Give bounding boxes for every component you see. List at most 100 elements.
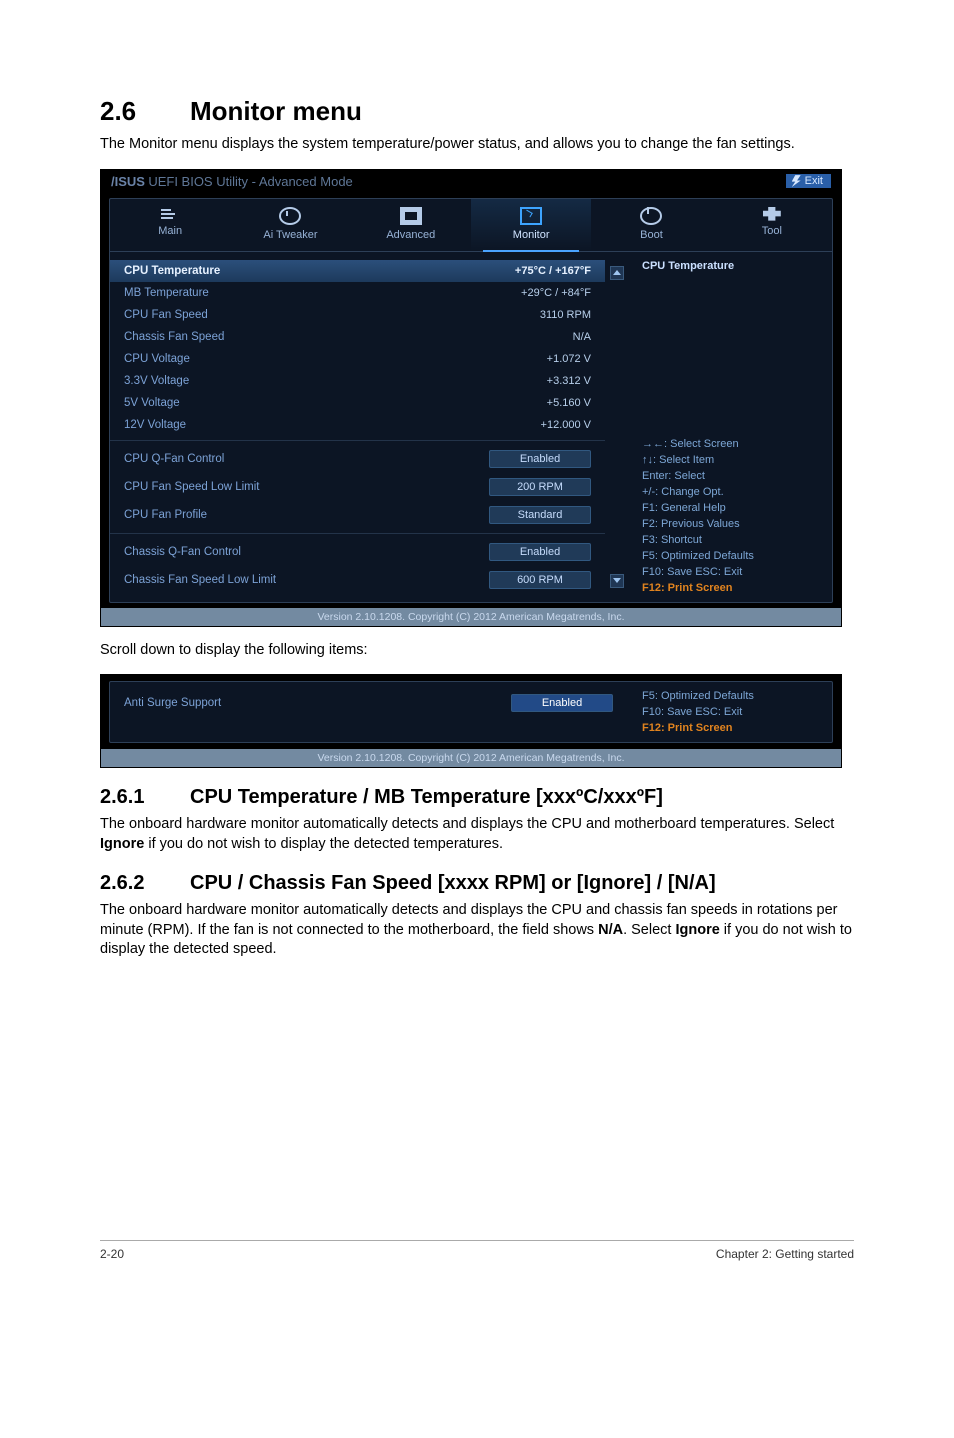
tab-advanced[interactable]: Advanced	[351, 199, 471, 251]
row-label: Chassis Fan Speed Low Limit	[124, 574, 276, 586]
row-cpu-temperature[interactable]: CPU Temperature +75°C / +167°F	[110, 260, 605, 282]
subsection-number: 2.6.1	[100, 786, 190, 809]
row-value-pill[interactable]: 600 RPM	[489, 571, 591, 589]
subsection-title: CPU / Chassis Fan Speed [xxxx RPM] or [I…	[190, 872, 716, 894]
help-line: F2: Previous Values	[642, 518, 822, 530]
help-line: →←: Select Screen	[642, 438, 822, 450]
list-icon	[161, 207, 179, 221]
row-chassis-fan-low-limit[interactable]: Chassis Fan Speed Low Limit 600 RPM	[110, 566, 605, 594]
row-cpu-fan-profile[interactable]: CPU Fan Profile Standard	[110, 501, 605, 529]
subsection-body: The onboard hardware monitor automatical…	[100, 901, 854, 960]
scroll-down-icon[interactable]	[610, 574, 624, 588]
row-label: Chassis Fan Speed	[124, 331, 224, 343]
tab-label: Advanced	[386, 229, 435, 241]
row-value: +75°C / +167°F	[515, 265, 591, 277]
row-value: 3110 RPM	[540, 309, 591, 321]
separator	[110, 533, 605, 534]
row-mb-temperature[interactable]: MB Temperature +29°C / +84°F	[110, 282, 605, 304]
monitor-icon	[520, 207, 542, 225]
row-label: CPU Temperature	[124, 265, 220, 277]
row-value: +1.072 V	[547, 353, 591, 365]
row-label: MB Temperature	[124, 287, 209, 299]
help-line: ↑↓: Select Item	[642, 454, 822, 466]
row-cpu-voltage[interactable]: CPU Voltage +1.072 V	[110, 348, 605, 370]
exit-button[interactable]: Exit	[786, 174, 831, 188]
help-line-highlight: F12: Print Screen	[642, 722, 822, 734]
page-number: 2-20	[100, 1247, 124, 1261]
tab-monitor[interactable]: Monitor	[471, 199, 591, 251]
help-title: CPU Temperature	[642, 260, 822, 272]
help-line: F5: Optimized Defaults	[642, 690, 822, 702]
row-value: +5.160 V	[547, 397, 591, 409]
row-label: 5V Voltage	[124, 397, 180, 409]
scroll-note: Scroll down to display the following ite…	[100, 641, 854, 661]
subsection-title: CPU Temperature / MB Temperature [xxxºC/…	[190, 786, 663, 808]
help-line: Enter: Select	[642, 470, 822, 482]
bios-version-footer: Version 2.10.1208. Copyright (C) 2012 Am…	[101, 608, 841, 626]
row-value: +29°C / +84°F	[521, 287, 591, 299]
row-value-pill[interactable]: Enabled	[489, 543, 591, 561]
row-cpu-qfan-control[interactable]: CPU Q-Fan Control Enabled	[110, 445, 605, 473]
help-line: F10: Save ESC: Exit	[642, 566, 822, 578]
chapter-label: Chapter 2: Getting started	[716, 1247, 854, 1261]
row-value: +12.000 V	[541, 419, 591, 431]
power-icon	[640, 207, 662, 225]
row-label: Anti Surge Support	[124, 697, 221, 709]
help-line: F1: General Help	[642, 502, 822, 514]
tab-ai-tweaker[interactable]: Ai Tweaker	[230, 199, 350, 251]
row-value-pill[interactable]: Standard	[489, 506, 591, 524]
tab-boot[interactable]: Boot	[591, 199, 711, 251]
scroll-up-icon[interactable]	[610, 266, 624, 280]
row-chassis-fan-speed[interactable]: Chassis Fan SpeedN/A	[110, 326, 605, 348]
exit-label: Exit	[805, 175, 823, 187]
intro-paragraph: The Monitor menu displays the system tem…	[100, 135, 854, 155]
tab-label: Monitor	[513, 229, 550, 241]
row-value: +3.312 V	[547, 375, 591, 387]
page-footer: 2-20 Chapter 2: Getting started	[100, 1240, 854, 1261]
subsection-heading: 2.6.2CPU / Chassis Fan Speed [xxxx RPM] …	[100, 872, 854, 895]
help-line-highlight: F12: Print Screen	[642, 582, 822, 594]
bios-screenshot-strip: Anti Surge Support Enabled F5: Optimized…	[100, 674, 842, 768]
chip-icon	[400, 207, 422, 225]
row-cpu-fan-speed[interactable]: CPU Fan Speed 3110 RPM	[110, 304, 605, 326]
row-5v-voltage[interactable]: 5V Voltage +5.160 V	[110, 392, 605, 414]
row-value-pill[interactable]: Enabled	[511, 694, 613, 712]
tab-label: Main	[158, 225, 182, 237]
row-value-pill[interactable]: 200 RPM	[489, 478, 591, 496]
row-anti-surge[interactable]: Anti Surge Support Enabled	[110, 686, 627, 720]
row-label: Chassis Q-Fan Control	[124, 546, 241, 558]
row-12v-voltage[interactable]: 12V Voltage +12.000 V	[110, 414, 605, 436]
bios-help-panel: F5: Optimized Defaults F10: Save ESC: Ex…	[627, 682, 832, 742]
tab-label: Tool	[762, 225, 782, 237]
bolt-icon	[792, 175, 801, 187]
row-cpu-fan-low-limit[interactable]: CPU Fan Speed Low Limit 200 RPM	[110, 473, 605, 501]
row-chassis-qfan-control[interactable]: Chassis Q-Fan Control Enabled	[110, 538, 605, 566]
row-label: CPU Fan Profile	[124, 509, 207, 521]
tab-label: Boot	[640, 229, 663, 241]
row-label: CPU Fan Speed Low Limit	[124, 481, 260, 493]
separator	[110, 440, 605, 441]
subsection-heading: 2.6.1CPU Temperature / MB Temperature [x…	[100, 786, 854, 809]
row-label: CPU Voltage	[124, 353, 190, 365]
row-label: CPU Q-Fan Control	[124, 453, 224, 465]
tab-label: Ai Tweaker	[263, 229, 317, 241]
help-line: F3: Shortcut	[642, 534, 822, 546]
tab-tool[interactable]: Tool	[712, 199, 832, 251]
bios-titlebar: /ISUS UEFI BIOS Utility - Advanced Mode …	[101, 170, 841, 193]
subsection-body: The onboard hardware monitor automatical…	[100, 815, 854, 854]
help-line: F10: Save ESC: Exit	[642, 706, 822, 718]
section-number: 2.6	[100, 96, 190, 127]
row-label: CPU Fan Speed	[124, 309, 208, 321]
scrollbar[interactable]	[605, 260, 627, 594]
help-line: +/-: Change Opt.	[642, 486, 822, 498]
row-label: 12V Voltage	[124, 419, 186, 431]
tab-main[interactable]: Main	[110, 199, 230, 251]
row-label: 3.3V Voltage	[124, 375, 189, 387]
row-3v3-voltage[interactable]: 3.3V Voltage +3.312 V	[110, 370, 605, 392]
subsection-number: 2.6.2	[100, 872, 190, 895]
row-value-pill[interactable]: Enabled	[489, 450, 591, 468]
bios-screenshot-main: /ISUS UEFI BIOS Utility - Advanced Mode …	[100, 169, 842, 627]
section-title: Monitor menu	[190, 96, 362, 126]
bios-help-panel: CPU Temperature →←: Select Screen ↑↓: Se…	[627, 252, 832, 602]
bios-version-footer: Version 2.10.1208. Copyright (C) 2012 Am…	[101, 749, 841, 767]
